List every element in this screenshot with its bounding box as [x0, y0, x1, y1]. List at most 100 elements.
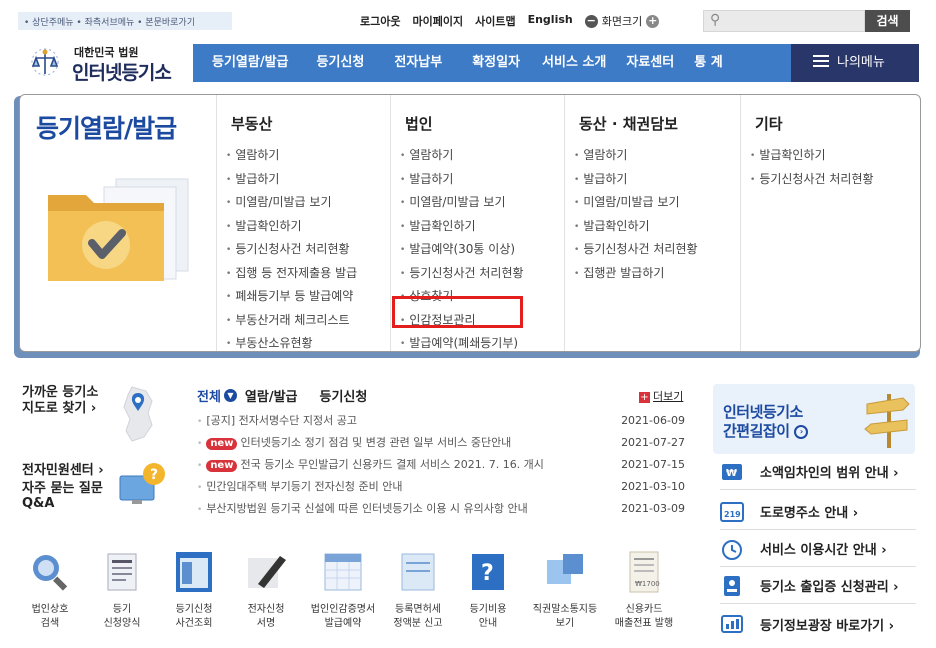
quick-label: 등기: [112, 604, 132, 615]
quick-corp-name-search[interactable]: 법인상호 검색: [18, 550, 82, 631]
more-link[interactable]: + 더보기: [639, 388, 683, 404]
mypage-link[interactable]: 마이페이지: [412, 13, 463, 29]
new-badge: new: [206, 438, 238, 450]
nearby-line1: 가까운 등기소: [22, 385, 99, 400]
question-book-icon: ?: [472, 554, 504, 590]
quick-label: 사건조회: [175, 618, 213, 629]
zoom-out-icon[interactable]: −: [584, 14, 598, 28]
notice-item[interactable]: new전국 등기소 무인발급기 신용카드 결제 서비스 2021. 7. 16.…: [197, 454, 685, 476]
plus-icon: +: [639, 392, 650, 403]
side-link-road-address[interactable]: 219 도로명주소 안내 ›: [720, 494, 916, 530]
faq-line1: 자주 묻는 질문: [22, 481, 103, 496]
faq-link[interactable]: 자주 묻는 질문 Q&A: [22, 481, 103, 511]
quick-seal-certificate[interactable]: 법인인감증명서 발급예약: [306, 550, 380, 631]
quick-label: 보기: [555, 618, 575, 629]
menu-item[interactable]: 열람하기: [226, 144, 390, 168]
menu-item[interactable]: 집행관 발급하기: [574, 262, 740, 286]
menu-item[interactable]: 발급예약(30통 이상): [400, 238, 564, 262]
menu-item[interactable]: 폐쇄등기부 등 발급예약: [226, 285, 390, 309]
zoom-in-icon[interactable]: +: [646, 14, 660, 28]
sitemap-link[interactable]: 사이트맵: [475, 13, 515, 29]
english-link[interactable]: English: [528, 13, 573, 29]
tab-view-issue[interactable]: 열람/발급: [245, 386, 298, 405]
folder-check-icon: [48, 178, 189, 281]
font-size-control: − 화면크기 +: [584, 13, 660, 29]
menu-item[interactable]: 등기신청사건 처리현황: [400, 262, 564, 286]
menu-item[interactable]: 미열람/미발급 보기: [400, 191, 564, 215]
tab-all[interactable]: 전체 ▼: [197, 386, 237, 405]
gnb-fixed-date[interactable]: 확정일자: [472, 44, 520, 82]
menu-item[interactable]: 등기신청사건 처리현황: [226, 238, 390, 262]
menu-item[interactable]: 발급하기: [400, 168, 564, 192]
gnb-e-payment[interactable]: 전자납부: [394, 44, 442, 82]
svg-text:?: ?: [481, 561, 494, 586]
quick-ex-officio-notice[interactable]: 직권말소통지등 보기: [526, 550, 604, 631]
gnb-registry-view[interactable]: 등기열람/발급: [212, 44, 289, 82]
quick-label: 매출전표 발행: [614, 618, 674, 629]
quick-license-tax[interactable]: 등록면허세 정액분 신고: [386, 550, 450, 631]
notice-title: 전국 등기소 무인발급기 신용카드 결제 서비스 2021. 7. 16. 개시: [240, 458, 544, 471]
my-menu-button[interactable]: 나의메뉴: [791, 44, 919, 82]
nearby-line2: 지도로 찾기 ›: [22, 401, 97, 416]
menu-item[interactable]: 발급확인하기: [400, 215, 564, 239]
menu-item[interactable]: 부동산거래 체크리스트: [226, 309, 390, 333]
menu-item[interactable]: 발급확인하기: [574, 215, 740, 239]
quick-case-inquiry[interactable]: 등기신청 사건조회: [162, 550, 226, 631]
tab-registry-apply[interactable]: 등기신청: [320, 386, 368, 405]
menu-item[interactable]: 열람하기: [400, 144, 564, 168]
gnb-statistics[interactable]: 통 계: [694, 44, 722, 82]
faq-monitor-icon: ?: [119, 463, 165, 504]
side-link-service-hours[interactable]: 서비스 이용시간 안내 ›: [720, 531, 916, 567]
menu-item[interactable]: 집행 등 전자제출용 발급: [226, 262, 390, 286]
menu-item[interactable]: 등기신청사건 처리현황: [574, 238, 740, 262]
search-input[interactable]: ⚲: [703, 10, 865, 32]
logout-link[interactable]: 로그아웃: [360, 13, 400, 29]
menu-item[interactable]: 미열람/미발급 보기: [574, 191, 740, 215]
menu-heading-corporation: 법인: [405, 115, 433, 133]
my-menu-label: 나의메뉴: [837, 55, 885, 70]
faq-line2: Q&A: [22, 496, 55, 511]
gnb-service-intro[interactable]: 서비스 소개: [542, 44, 606, 82]
road-sign-icon: 219: [720, 501, 744, 522]
svg-text:₩: ₩: [726, 468, 737, 479]
notice-date: 2021-03-09: [621, 502, 685, 515]
quick-registry-forms[interactable]: 등기 신청양식: [90, 550, 154, 631]
notice-item[interactable]: new인터넷등기소 정기 점검 및 변경 관련 일부 서비스 중단안내 2021-…: [197, 432, 685, 454]
guide-banner[interactable]: 인터넷등기소 간편길잡이 ›: [713, 384, 915, 454]
quick-registry-cost[interactable]: ? 등기비용 안내: [456, 550, 520, 631]
gnb-data-center[interactable]: 자료센터: [626, 44, 674, 82]
side-link-small-tenant[interactable]: ₩ 소액임차인의 범위 안내 ›: [720, 454, 916, 490]
menu-heading-realestate: 부동산: [231, 115, 273, 133]
search-button[interactable]: 검색: [865, 10, 910, 32]
menu-item[interactable]: 발급하기: [226, 168, 390, 192]
gnb-registry-apply[interactable]: 등기신청: [317, 44, 365, 82]
quick-e-signature[interactable]: 전자신청 서명: [234, 550, 298, 631]
menu-item[interactable]: 부동산소유현황: [226, 332, 390, 356]
notice-item[interactable]: 민간임대주택 부기등기 전자신청 준비 안내 2021-03-10: [197, 476, 685, 498]
mega-dropdown-menu: 등기열람/발급 부동산 열람하기 발급하기 미열람/미발급 보기 발급확인하기 …: [19, 94, 921, 352]
menu-item[interactable]: 발급확인하기: [750, 144, 920, 168]
notice-item[interactable]: 부산지방법원 등기국 신설에 따른 인터넷등기소 이용 시 유의사항 안내 202…: [197, 498, 685, 520]
menu-item[interactable]: 열람하기: [574, 144, 740, 168]
menu-item[interactable]: 미열람/미발급 보기: [226, 191, 390, 215]
quick-label: 법인상호: [31, 604, 69, 615]
menu-item[interactable]: 발급확인하기: [226, 215, 390, 239]
site-logo[interactable]: 인터넷등기소: [72, 58, 172, 85]
court-emblem-icon[interactable]: [22, 44, 68, 82]
notice-item[interactable]: [공지] 전자서명수단 지정서 공고 2021-06-09: [197, 410, 685, 432]
quick-card-receipt[interactable]: ₩1700 신용카드 매출전표 발행: [608, 550, 680, 631]
skip-links[interactable]: • 상단주메뉴 • 좌측서브메뉴 • 본문바로가기: [18, 12, 232, 30]
side-link-access-card[interactable]: 등기소 출입증 신청관리 ›: [720, 568, 916, 604]
quick-label: 검색: [40, 618, 60, 629]
side-link-label: 등기정보광장 바로가기 ›: [760, 618, 895, 634]
notice-title: 민간임대주택 부기등기 전자신청 준비 안내: [206, 480, 403, 493]
menu-item[interactable]: 등기신청사건 처리현황: [750, 168, 920, 192]
quick-label: 신용카드: [625, 604, 663, 615]
signpost-icon: [864, 394, 910, 448]
menu-item[interactable]: 발급하기: [574, 168, 740, 192]
e-civil-center-link[interactable]: 전자민원센터 ›: [22, 459, 104, 478]
menu-item[interactable]: 발급예약(폐쇄등기부): [400, 332, 564, 356]
side-link-registry-data[interactable]: 등기정보광장 바로가기 ›: [720, 606, 916, 642]
korea-map-icon: [123, 386, 153, 442]
nearby-registry-link[interactable]: 가까운 등기소 지도로 찾기 ›: [22, 385, 98, 417]
